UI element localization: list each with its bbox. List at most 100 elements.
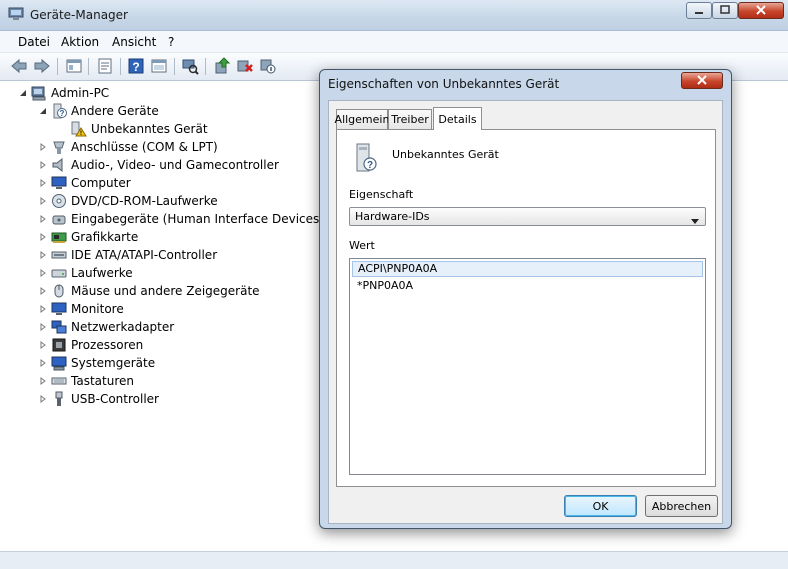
expand-arrow-icon[interactable] (38, 143, 47, 152)
svg-text:?: ? (60, 109, 65, 118)
menu-datei[interactable]: Datei (18, 35, 50, 49)
tree-item-dvd[interactable]: DVD/CD-ROM-Laufwerke (38, 192, 218, 210)
tree-item-keyboards[interactable]: Tastaturen (38, 372, 134, 390)
menu-aktion[interactable]: Aktion (61, 35, 99, 49)
cancel-button[interactable]: Abbrechen (645, 495, 718, 517)
value-list[interactable]: ACPI\PNP0A0A *PNP0A0A (349, 258, 706, 475)
tree-item-label: Monitore (71, 302, 124, 316)
up-folder-icon[interactable] (65, 57, 83, 75)
property-label: Eigenschaft (349, 188, 414, 201)
menu-ansicht[interactable]: Ansicht (112, 35, 156, 49)
tree-item-network[interactable]: Netzwerkadapter (38, 318, 174, 336)
expand-arrow-icon[interactable] (38, 233, 47, 242)
expand-arrow-icon[interactable] (38, 251, 47, 260)
expand-arrow-icon[interactable] (38, 359, 47, 368)
tree-item-ports[interactable]: Anschlüsse (COM & LPT) (38, 138, 218, 156)
tree-item-label: DVD/CD-ROM-Laufwerke (71, 194, 218, 208)
close-button[interactable] (738, 2, 784, 19)
tree-item-label: Unbekanntes Gerät (91, 122, 208, 136)
back-arrow-icon[interactable] (10, 57, 28, 75)
unknown-device-icon: ? (355, 143, 377, 173)
menu-bar: Datei Aktion Ansicht ? (0, 31, 788, 53)
tree-root-label: Admin-PC (51, 86, 110, 100)
expand-arrow-icon[interactable] (38, 377, 47, 386)
tree-item-label: Anschlüsse (COM & LPT) (71, 140, 218, 154)
tree-item-mice[interactable]: Mäuse und andere Zeigegeräte (38, 282, 260, 300)
svg-text:?: ? (132, 60, 139, 74)
dialog-title: Eigenschaften von Unbekanntes Gerät (328, 77, 560, 91)
dialog-close-button[interactable] (681, 72, 723, 89)
tree-item-label: Netzwerkadapter (71, 320, 175, 334)
tree-item-unknown-device[interactable]: Unbekanntes Gerät (71, 120, 208, 138)
collapse-arrow-icon[interactable] (38, 107, 47, 116)
expand-arrow-icon[interactable] (38, 341, 47, 350)
tree-item-drives[interactable]: Laufwerke (38, 264, 133, 282)
update-driver-icon[interactable] (213, 57, 231, 75)
expand-arrow-icon[interactable] (38, 161, 47, 170)
minimize-button[interactable] (686, 2, 712, 19)
expand-arrow-icon[interactable] (38, 215, 47, 224)
usb-icon (51, 391, 67, 407)
device-name: Unbekanntes Gerät (392, 148, 499, 161)
speaker-icon (51, 157, 67, 173)
ide-controller-icon (51, 247, 67, 263)
expand-arrow-icon[interactable] (38, 395, 47, 404)
tree-item-audio[interactable]: Audio-, Video- und Gamecontroller (38, 156, 279, 174)
maximize-button[interactable] (712, 2, 738, 19)
toolbar-separator (57, 58, 58, 75)
tree-item-monitors[interactable]: Monitore (38, 300, 124, 318)
list-item[interactable]: ACPI\PNP0A0A (352, 261, 703, 277)
device-manager-window: Geräte-Manager Datei Aktion Ansicht ? ? … (0, 0, 788, 569)
tree-item-other-devices[interactable]: ? Andere Geräte (38, 102, 159, 120)
monitor-icon (51, 301, 67, 317)
tab-treiber[interactable]: Treiber (388, 109, 432, 129)
expand-arrow-icon[interactable] (38, 287, 47, 296)
menu-help[interactable]: ? (168, 35, 174, 49)
mouse-icon (51, 283, 67, 299)
disable-device-icon[interactable] (259, 57, 277, 75)
properties-icon[interactable] (96, 57, 114, 75)
tree-item-label: IDE ATA/ATAPI-Controller (71, 248, 218, 262)
title-bar[interactable]: Geräte-Manager (0, 0, 788, 31)
property-select[interactable]: Hardware-IDs (349, 207, 706, 226)
disc-drive-icon (51, 193, 67, 209)
property-select-value: Hardware-IDs (355, 210, 430, 223)
scan-hardware-icon[interactable] (181, 57, 199, 75)
tree-item-label: Audio-, Video- und Gamecontroller (71, 158, 279, 172)
processor-icon (51, 337, 67, 353)
tree-item-processors[interactable]: Prozessoren (38, 336, 143, 354)
expand-arrow-icon[interactable] (38, 323, 47, 332)
tree-item-label: Mäuse und andere Zeigegeräte (71, 284, 260, 298)
details-panel: ? Unbekanntes Gerät Eigenschaft Hardware… (336, 129, 716, 487)
list-item[interactable]: *PNP0A0A (352, 278, 703, 294)
expand-arrow-icon[interactable] (38, 197, 47, 206)
tree-item-usb[interactable]: USB-Controller (38, 390, 159, 408)
toolbar-separator (88, 58, 89, 75)
tree-item-hid[interactable]: Eingabegeräte (Human Interface Devices) (38, 210, 324, 228)
port-icon (51, 139, 67, 155)
tab-allgemein[interactable]: Allgemein (335, 109, 389, 129)
graphics-card-icon (51, 229, 67, 245)
expand-arrow-icon[interactable] (38, 305, 47, 314)
tree-root[interactable]: Admin-PC (18, 84, 109, 102)
tab-details[interactable]: Details (433, 107, 482, 130)
tree-item-graphics[interactable]: Grafikkarte (38, 228, 138, 246)
uninstall-icon[interactable] (236, 57, 254, 75)
forward-arrow-icon[interactable] (33, 57, 51, 75)
expand-arrow-icon[interactable] (38, 179, 47, 188)
status-bar (0, 551, 788, 569)
tree-item-system[interactable]: Systemgeräte (38, 354, 155, 372)
tree-item-label: Grafikkarte (71, 230, 139, 244)
keyboard-icon (51, 373, 67, 389)
tree-item-label: USB-Controller (71, 392, 159, 406)
tree-item-ide[interactable]: IDE ATA/ATAPI-Controller (38, 246, 217, 264)
ok-button[interactable]: OK (564, 495, 637, 517)
collapse-arrow-icon[interactable] (18, 89, 27, 98)
window-title: Geräte-Manager (30, 8, 128, 22)
chevron-down-icon (691, 214, 699, 228)
show-hide-pane-icon[interactable] (150, 57, 168, 75)
expand-arrow-icon[interactable] (38, 269, 47, 278)
help-icon[interactable]: ? (127, 57, 145, 75)
device-manager-app-icon (8, 7, 24, 21)
tree-item-computer[interactable]: Computer (38, 174, 131, 192)
